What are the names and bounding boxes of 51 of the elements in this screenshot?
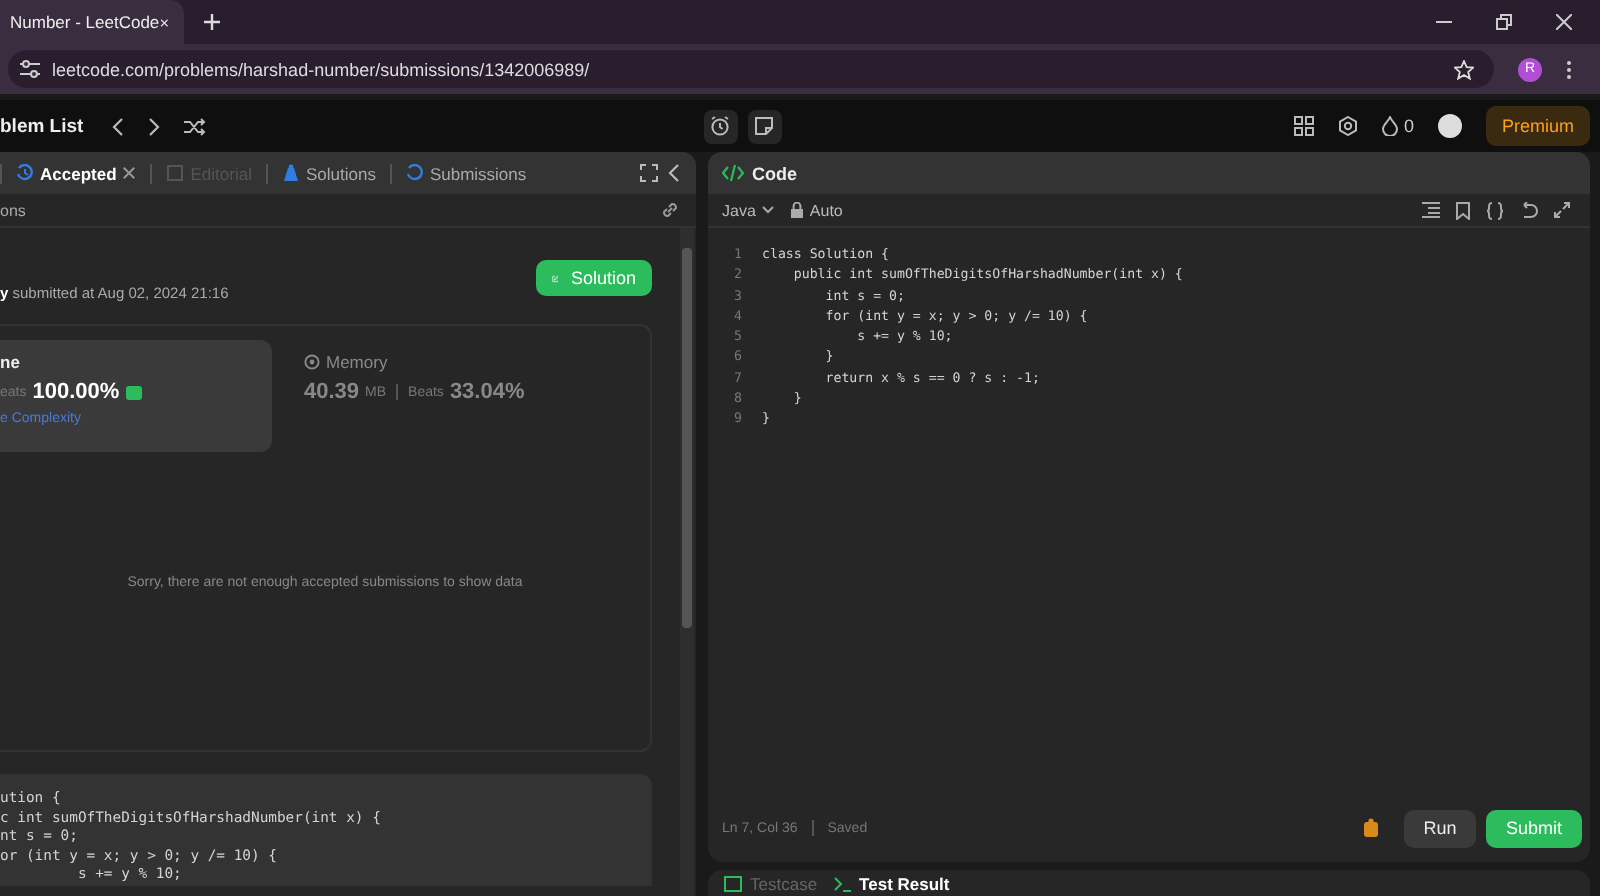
notes-button[interactable] <box>747 109 782 143</box>
book-icon <box>166 164 185 182</box>
lock-icon <box>789 202 804 218</box>
fullscreen-icon[interactable] <box>640 164 658 182</box>
close-icon[interactable] <box>122 166 137 180</box>
terminal-icon <box>833 875 852 891</box>
browser-tab[interactable]: Number - LeetCode <box>0 0 184 44</box>
user-avatar[interactable] <box>1438 114 1462 138</box>
premium-button[interactable]: Premium <box>1486 106 1591 146</box>
panel-tab[interactable]: Solutions <box>277 163 380 183</box>
format-icon[interactable] <box>1422 202 1440 218</box>
chevron-left-icon[interactable] <box>668 164 680 182</box>
grid-icon[interactable] <box>1293 116 1314 136</box>
undo-icon[interactable] <box>1520 201 1538 219</box>
badge-icon <box>125 385 142 399</box>
breadcrumb[interactable]: ons <box>0 201 26 219</box>
link-icon[interactable] <box>660 200 680 220</box>
alarm-icon <box>710 116 731 136</box>
history-icon <box>405 164 424 182</box>
auto-mode-label[interactable]: Auto <box>809 201 843 219</box>
expand-icon[interactable] <box>1554 202 1570 218</box>
memory-icon <box>304 354 320 370</box>
run-button[interactable]: Run <box>1404 809 1476 847</box>
chevron-left-icon[interactable] <box>111 117 124 135</box>
close-icon[interactable] <box>1556 14 1572 30</box>
timer-button[interactable] <box>703 109 738 143</box>
checkbox-icon <box>724 875 742 891</box>
code-icon <box>722 164 744 182</box>
panel-tab[interactable]: Test Result <box>833 873 950 893</box>
note-icon <box>754 116 775 136</box>
language-dropdown[interactable]: Java <box>722 201 774 219</box>
chevron-right-icon[interactable] <box>147 117 160 135</box>
more-icon[interactable] <box>1566 59 1572 79</box>
streak-count: 0 <box>1403 116 1414 136</box>
address-bar[interactable]: leetcode.com/problems/harshad-number/submissions/1342006989/ <box>8 50 1494 88</box>
star-icon[interactable] <box>1454 59 1474 79</box>
history-icon <box>16 164 34 182</box>
panel-title: Code <box>752 163 797 183</box>
shuffle-icon[interactable] <box>183 117 206 135</box>
restore-icon[interactable] <box>1496 14 1512 30</box>
problem-list-link[interactable]: blem List <box>0 115 84 137</box>
panel-tab[interactable]: Accepted <box>12 163 141 183</box>
debug-icon[interactable] <box>1362 818 1380 838</box>
tune-icon <box>20 60 40 78</box>
caret-icon <box>761 206 774 214</box>
panel-tab[interactable]: Submissions <box>401 163 531 183</box>
bookmark-icon[interactable] <box>1456 201 1470 219</box>
settings-icon[interactable] <box>1337 116 1358 136</box>
braces-icon[interactable] <box>1486 201 1504 219</box>
new-tab-icon[interactable] <box>204 14 220 30</box>
edit-icon <box>552 269 559 287</box>
